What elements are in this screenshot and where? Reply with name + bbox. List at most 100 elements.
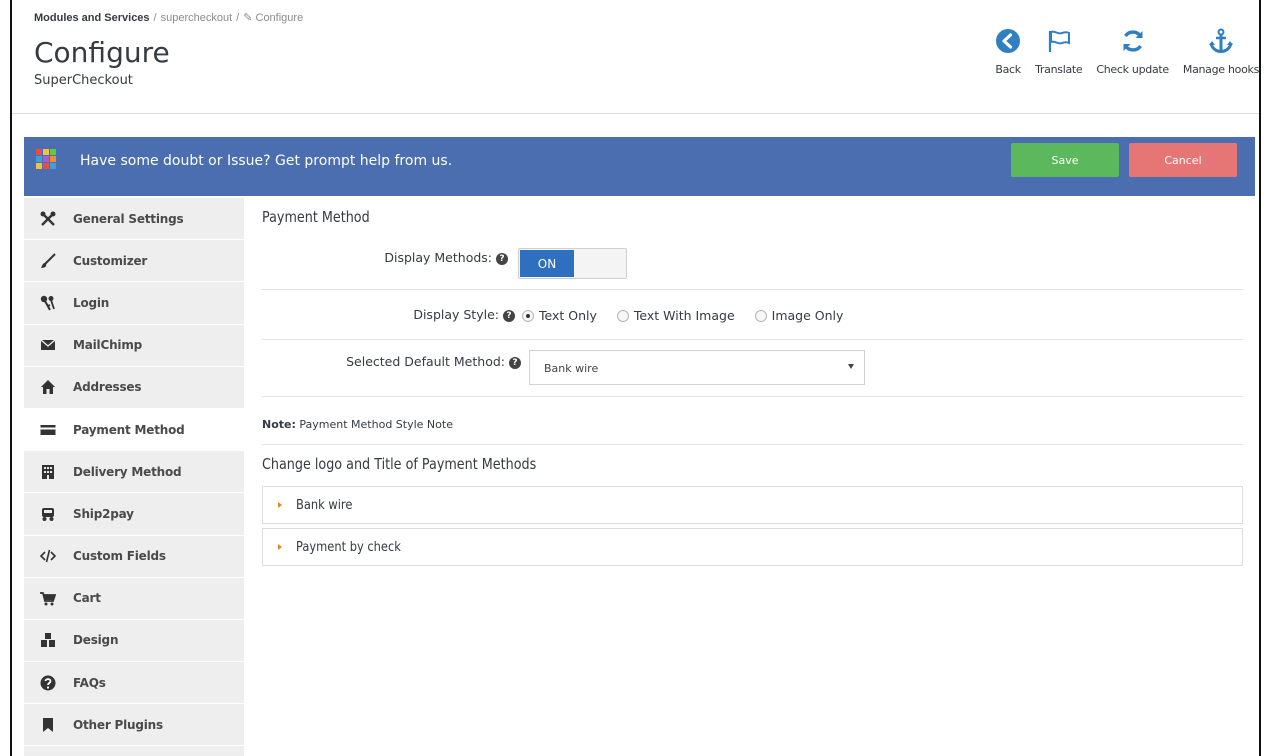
radio-text-with-image[interactable]: Text With Image [616, 308, 735, 323]
sidebar-item-customizer[interactable]: Customizer [24, 240, 244, 283]
payment-style-note: Note: Payment Method Style Note [262, 418, 453, 431]
radio-text-only[interactable]: Text Only [522, 308, 597, 323]
default-method-label-text: Selected Default Method: [346, 354, 505, 369]
check-update-button[interactable]: Check update [1096, 28, 1169, 76]
apps-grid-icon [36, 149, 56, 169]
sidebar-item-label: Other Plugins [73, 717, 163, 732]
back-button[interactable]: Back [995, 28, 1021, 76]
breadcrumb: Modules and Services / supercheckout / ✎ Con… [34, 11, 303, 24]
display-methods-label: Display Methods:? [262, 250, 508, 265]
sidebar-item-delivery-method[interactable]: Delivery Method [24, 451, 244, 494]
cart-icon [40, 590, 56, 606]
manage-hooks-button[interactable]: Manage hooks [1183, 28, 1259, 76]
sidebar-item-addresses[interactable]: Addresses [24, 367, 244, 409]
envelope-icon [40, 337, 56, 353]
translate-label: Translate [1035, 63, 1083, 76]
accordion-label: Bank wire [296, 497, 353, 513]
accordion-label: Payment by check [296, 539, 401, 555]
bookmark-icon [40, 717, 56, 733]
sidebar: General Settings Customizer Login MailCh… [24, 198, 244, 756]
anchor-icon [1208, 28, 1233, 54]
cubes-icon [40, 632, 56, 648]
sidebar-item-ship2pay[interactable]: Ship2pay [24, 493, 244, 536]
help-icon[interactable]: ? [496, 253, 508, 265]
note-text: Payment Method Style Note [299, 418, 453, 431]
help-icon[interactable]: ? [509, 357, 521, 369]
accordion-payment-by-check[interactable]: Payment by check [262, 528, 1243, 566]
banner-help-text[interactable]: Have some doubt or Issue? Get prompt hel… [80, 153, 452, 169]
sidebar-item-label: Ship2pay [73, 506, 134, 521]
caret-right-icon [278, 502, 282, 508]
building-icon [40, 464, 56, 480]
display-style-label-text: Display Style: [413, 307, 499, 322]
truck-icon [40, 506, 56, 522]
help-banner: Have some doubt or Issue? Get prompt hel… [24, 137, 1255, 196]
sidebar-item-faqs[interactable]: FAQs [24, 662, 244, 705]
code-icon [40, 548, 56, 564]
page-header: Modules and Services / supercheckout / ✎ Con… [12, 0, 1259, 114]
divider [262, 289, 1243, 290]
sidebar-item-cart[interactable]: Cart [24, 578, 244, 620]
logo-section-title: Change logo and Title of Payment Methods [262, 455, 537, 473]
caret-down-icon [848, 364, 854, 369]
credit-card-icon [40, 422, 56, 438]
toolbar: Back Translate Check update Manage hooks [981, 28, 1259, 76]
sidebar-item-custom-fields[interactable]: Custom Fields [24, 536, 244, 578]
sidebar-item-payment-method[interactable]: Payment Method [24, 408, 244, 452]
sidebar-item-label: Login [73, 295, 110, 310]
display-style-label: Display Style:? [262, 307, 515, 322]
back-arrow-circle-icon [996, 29, 1021, 53]
question-circle-icon [40, 675, 56, 691]
sidebar-item-label: Addresses [73, 380, 142, 395]
wrench-icon: ✎ [243, 12, 253, 24]
display-methods-toggle[interactable]: ON [518, 248, 627, 279]
radio-image-only[interactable]: Image Only [754, 308, 844, 323]
radio-label: Text Only [539, 308, 597, 323]
breadcrumb-separator: / [153, 12, 157, 24]
sidebar-item-label: Delivery Method [73, 464, 182, 479]
radio-button-checked[interactable] [522, 309, 534, 322]
section-title: Payment Method [262, 208, 370, 226]
check-update-label: Check update [1096, 63, 1169, 76]
home-icon [40, 379, 56, 395]
radio-label: Image Only [771, 308, 844, 323]
sidebar-item-other-plugins[interactable]: Other Plugins [24, 704, 244, 747]
sidebar-item-label: General Settings [73, 211, 184, 226]
tools-icon [40, 211, 56, 227]
radio-label: Text With Image [633, 308, 735, 323]
breadcrumb-middle[interactable]: supercheckout [161, 12, 233, 24]
sidebar-item-label: Customizer [73, 253, 148, 268]
cancel-button[interactable]: Cancel [1129, 143, 1237, 177]
sidebar-item-design[interactable]: Design [24, 620, 244, 663]
radio-button[interactable] [616, 309, 629, 322]
breadcrumb-separator: / [236, 12, 240, 24]
accordion-bank-wire[interactable]: Bank wire [262, 486, 1243, 524]
frame-border-right [1259, 0, 1261, 756]
sidebar-item-label: Payment Method [73, 422, 185, 437]
select-value: Bank wire [544, 362, 599, 375]
sidebar-item-label: Cart [73, 591, 101, 606]
flag-icon [1048, 30, 1070, 52]
toggle-on-state: ON [520, 250, 574, 277]
sidebar-item-general-settings[interactable]: General Settings [24, 198, 244, 241]
default-method-label: Selected Default Method:? [262, 354, 521, 369]
manage-hooks-label: Manage hooks [1182, 63, 1259, 76]
sidebar-item-label: MailChimp [73, 338, 143, 353]
breadcrumb-current: Configure [255, 12, 304, 24]
help-icon[interactable]: ? [503, 310, 515, 322]
back-label: Back [995, 63, 1021, 76]
sidebar-item-label: FAQs [73, 675, 106, 690]
translate-button[interactable]: Translate [1035, 28, 1083, 76]
brush-icon [40, 253, 56, 269]
page-title: Configure [34, 36, 170, 69]
save-button[interactable]: Save [1011, 143, 1119, 177]
breadcrumb-root[interactable]: Modules and Services [34, 12, 150, 24]
divider [262, 444, 1243, 445]
sidebar-item-mailchimp[interactable]: MailChimp [24, 325, 244, 367]
default-method-select[interactable]: Bank wire [529, 350, 865, 385]
radio-button[interactable] [754, 309, 767, 322]
caret-right-icon [278, 544, 282, 550]
refresh-icon [1123, 30, 1143, 52]
page-subtitle: SuperCheckout [34, 73, 133, 88]
sidebar-item-login[interactable]: Login [24, 282, 244, 325]
